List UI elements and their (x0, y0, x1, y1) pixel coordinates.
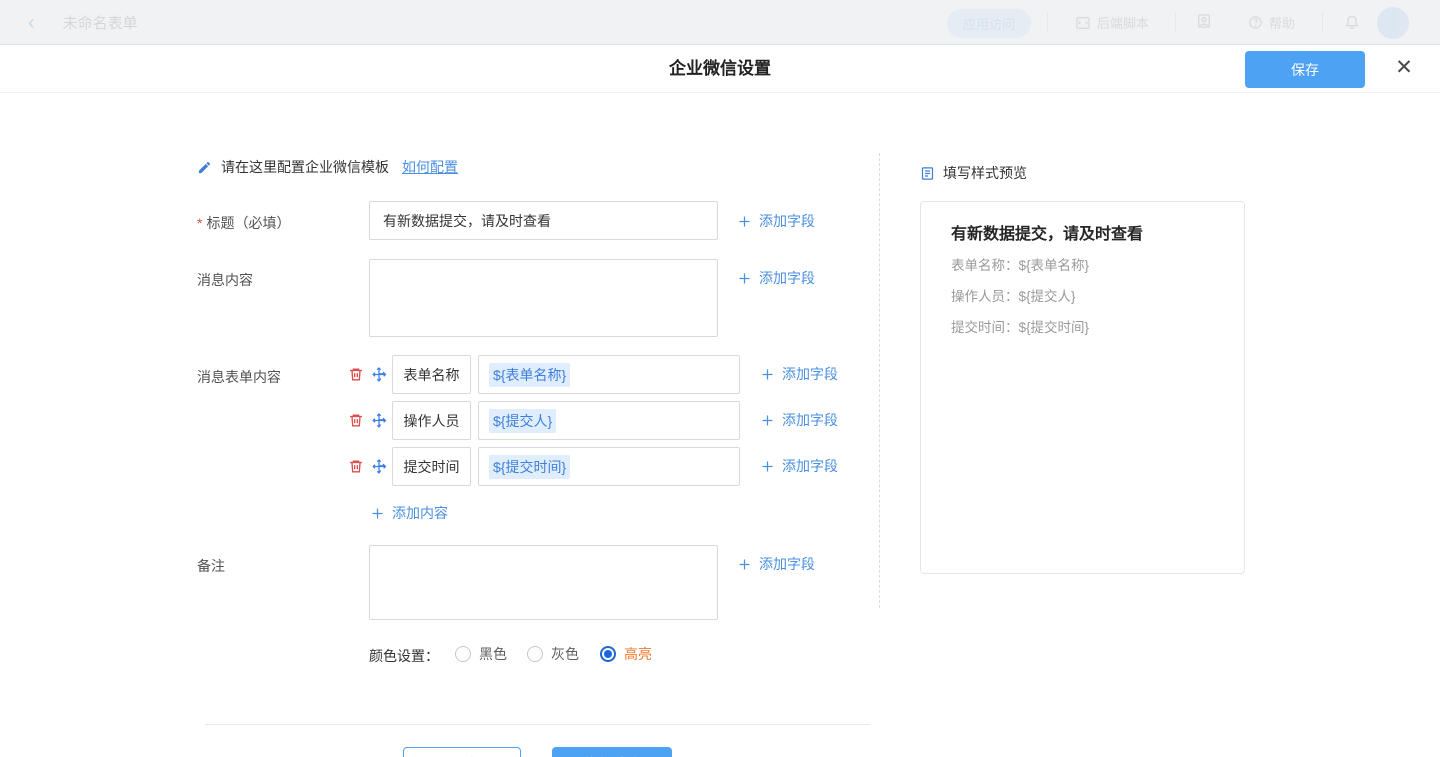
plus-icon (760, 367, 775, 382)
plus-icon (737, 214, 752, 229)
preview-card-title: 有新数据提交，请及时查看 (951, 223, 1214, 247)
app-access-pill-button: 应用访问 (947, 9, 1031, 38)
add-field-link-row[interactable]: 添加字段 (760, 364, 838, 384)
form-content-label: 消息表单内容 (197, 367, 281, 387)
question-icon (1248, 15, 1263, 30)
title-input[interactable] (369, 201, 718, 240)
plus-icon (760, 413, 775, 428)
form-content-row: ${表单名称} 添加字段 (348, 355, 848, 394)
how-to-config-link[interactable]: 如何配置 (402, 157, 458, 177)
message-content-textarea[interactable] (369, 259, 718, 337)
app-square-item (1196, 13, 1212, 29)
background-topbar: ‹ 未命名表单 应用访问 后端脚本 帮助 (0, 0, 1440, 45)
delete-icon[interactable] (348, 458, 365, 475)
close-icon: ✕ (1395, 56, 1413, 79)
save-button[interactable]: 保存 (1245, 51, 1365, 88)
plus-icon (370, 506, 385, 521)
footer-divider (205, 724, 870, 725)
avatar (1377, 7, 1409, 39)
bell-icon (1344, 13, 1360, 29)
preview-line: 提交时间：${提交时间} (951, 315, 1214, 340)
message-content-label: 消息内容 (197, 270, 253, 290)
config-note-text: 请在这里配置企业微信模板 (221, 157, 389, 177)
preview-doc-icon (920, 166, 935, 181)
title-label: *标题（必填） (197, 213, 290, 233)
restore-default-button[interactable]: 恢复默认 (552, 747, 672, 757)
modal-title: 企业微信设置 (0, 45, 1440, 93)
field-token-input[interactable]: ${提交人} (478, 401, 740, 440)
add-field-link-message[interactable]: 添加字段 (737, 268, 815, 288)
wechat-settings-modal: 企业微信设置 保存 ✕ 请在这里配置企业微信模板 如何配置 *标题（必填） 添加… (0, 45, 1440, 757)
plus-icon (737, 271, 752, 286)
move-icon[interactable] (371, 458, 388, 475)
script-icon (1075, 15, 1091, 31)
preview-header-text: 填写样式预览 (943, 163, 1027, 183)
radio-highlight[interactable]: 高亮 (600, 644, 652, 664)
radio-gray[interactable]: 灰色 (527, 644, 579, 664)
radio-circle-icon (527, 646, 543, 662)
token-chip: ${提交时间} (489, 455, 570, 479)
remark-textarea[interactable] (369, 545, 718, 620)
field-token-input[interactable]: ${提交时间} (478, 447, 740, 486)
radio-circle-icon (455, 646, 471, 662)
test-button[interactable]: 测试 (403, 747, 521, 757)
modal-header: 企业微信设置 保存 ✕ (0, 45, 1440, 93)
preview-line: 操作人员：${提交人} (951, 284, 1214, 309)
topbar-divider (1322, 12, 1323, 32)
field-name-input[interactable] (392, 355, 471, 394)
topbar-divider (1175, 12, 1176, 32)
form-content-row: ${提交人} 添加字段 (348, 401, 848, 440)
add-field-link-remark[interactable]: 添加字段 (737, 554, 815, 574)
back-group: ‹ 未命名表单 (28, 12, 138, 33)
required-asterisk: * (197, 215, 202, 231)
plus-icon (760, 459, 775, 474)
field-token-input[interactable]: ${表单名称} (478, 355, 740, 394)
close-button[interactable]: ✕ (1390, 54, 1418, 82)
topbar-divider (1047, 12, 1048, 32)
field-name-input[interactable] (392, 447, 471, 486)
config-note: 请在这里配置企业微信模板 如何配置 (197, 157, 458, 177)
remark-label: 备注 (197, 556, 225, 576)
plus-icon (737, 557, 752, 572)
add-field-link-title[interactable]: 添加字段 (737, 211, 815, 231)
field-name-input[interactable] (392, 401, 471, 440)
app-icon (1196, 13, 1212, 29)
radio-circle-icon (600, 646, 616, 662)
modal-content: 请在这里配置企业微信模板 如何配置 *标题（必填） 添加字段 消息内容 添加字段… (0, 93, 1440, 756)
delete-icon[interactable] (348, 412, 365, 429)
token-chip: ${提交人} (489, 409, 556, 433)
help-item: 帮助 (1248, 13, 1295, 32)
screen: ‹ 未命名表单 应用访问 后端脚本 帮助 (0, 0, 1440, 757)
move-icon[interactable] (371, 412, 388, 429)
preview-divider (879, 153, 880, 608)
backend-script-item: 后端脚本 (1075, 13, 1149, 32)
add-field-link-row[interactable]: 添加字段 (760, 410, 838, 430)
form-content-row: ${提交时间} 添加字段 (348, 447, 848, 486)
delete-icon[interactable] (348, 366, 365, 383)
pencil-icon (197, 160, 212, 175)
back-chevron-icon: ‹ (28, 13, 35, 33)
token-chip: ${表单名称} (489, 363, 570, 387)
notification-item (1344, 13, 1360, 29)
form-name: 未命名表单 (63, 12, 138, 33)
preview-line: 表单名称：${表单名称} (951, 253, 1214, 278)
preview-card: 有新数据提交，请及时查看 表单名称：${表单名称} 操作人员：${提交人} 提交… (920, 201, 1245, 574)
add-content-link[interactable]: 添加内容 (370, 503, 448, 523)
move-icon[interactable] (371, 366, 388, 383)
add-field-link-row[interactable]: 添加字段 (760, 456, 838, 476)
radio-black[interactable]: 黑色 (455, 644, 507, 664)
preview-header: 填写样式预览 (920, 163, 1027, 183)
color-setting-label: 颜色设置： (369, 646, 439, 666)
